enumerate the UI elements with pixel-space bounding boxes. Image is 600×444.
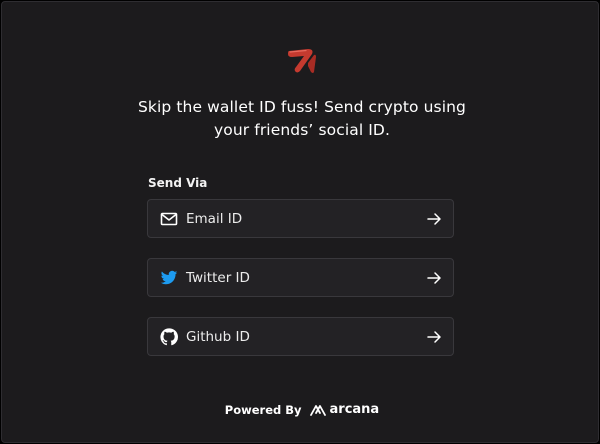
send-via-label: Send Via	[148, 176, 208, 190]
email-id-option[interactable]: Email ID	[147, 199, 454, 238]
twitter-id-label: Twitter ID	[186, 270, 250, 286]
arcana-brand-name: arcana	[329, 402, 380, 417]
github-id-option[interactable]: Github ID	[147, 317, 454, 356]
headline-line-2: your friends’ social ID.	[214, 121, 390, 139]
headline: Skip the wallet ID fuss! Send crypto usi…	[2, 96, 600, 142]
arrow-right-icon	[427, 331, 441, 343]
arrow-right-icon	[427, 272, 441, 284]
github-id-label: Github ID	[186, 329, 250, 345]
footer: Powered By arcana	[2, 402, 600, 417]
send-via-panel: Skip the wallet ID fuss! Send crypto usi…	[1, 1, 599, 443]
powered-by-text: Powered By	[224, 402, 302, 417]
mail-icon	[160, 212, 178, 226]
arcana-logo-icon	[309, 404, 326, 416]
email-id-label: Email ID	[186, 211, 243, 227]
arrow-right-icon	[427, 213, 441, 225]
github-icon	[160, 328, 178, 346]
twitter-icon	[160, 270, 178, 285]
arcana-brand[interactable]: arcana	[309, 402, 380, 417]
headline-line-1: Skip the wallet ID fuss! Send crypto usi…	[137, 98, 466, 116]
twitter-id-option[interactable]: Twitter ID	[147, 258, 454, 297]
app-logo	[288, 49, 316, 73]
